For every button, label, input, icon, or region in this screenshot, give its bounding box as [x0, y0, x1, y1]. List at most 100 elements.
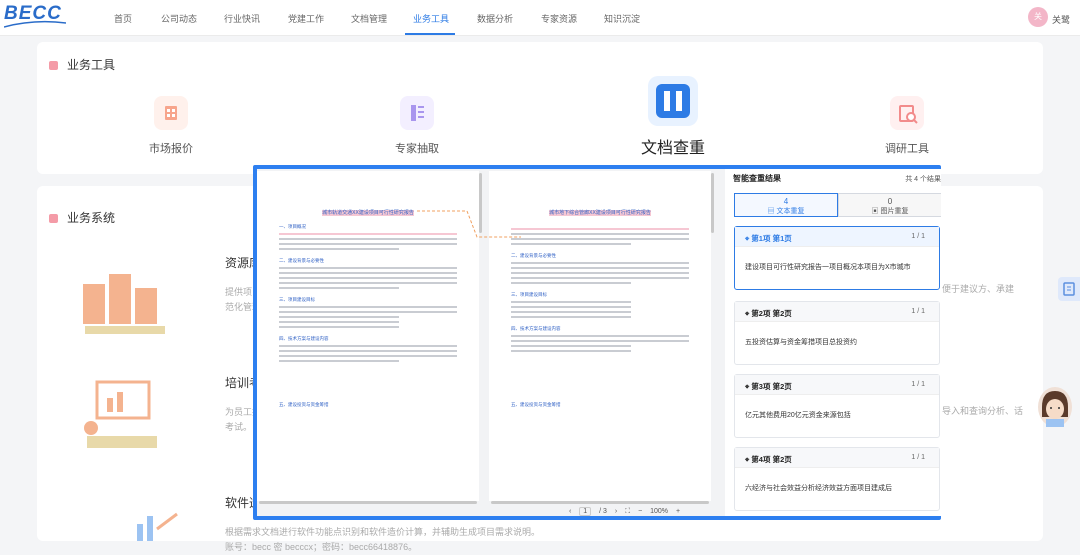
- systems-section-label: 业务系统: [67, 211, 116, 225]
- business-tools-card: 业务工具 市场报价 专家抽取 文档查重 调研工具: [37, 42, 1043, 174]
- nav-business-tools[interactable]: 业务工具: [413, 12, 449, 25]
- text-line: [279, 350, 457, 352]
- zoom-in-button[interactable]: +: [676, 508, 680, 515]
- check-results-panel: 智能查重结果 共 4 个结果 4 ▤ 文本重复 0 ▣ 图片重复 ⌖ 第1项 第…: [729, 169, 941, 516]
- right-doc-title: 城市地下综合管廊XX建设项目可行性研究报告: [489, 209, 711, 216]
- doc-section-heading: 五、建设投资与资金筹措: [279, 402, 329, 407]
- next-page-button[interactable]: ›: [615, 508, 617, 515]
- nav-home[interactable]: 首页: [114, 12, 132, 25]
- tool-label: 市场报价: [149, 143, 193, 155]
- doc-section-heading: 四、技术方案与建设内容: [279, 336, 329, 341]
- text-line: [511, 345, 631, 347]
- prev-page-button[interactable]: ‹: [569, 508, 571, 515]
- nav-industry-news[interactable]: 行业快讯: [224, 12, 260, 25]
- logo-swoosh-icon: [4, 20, 66, 28]
- text-line: [279, 272, 457, 274]
- text-line: [279, 287, 399, 289]
- results-count: 共 4 个结果: [905, 176, 941, 183]
- search-report-icon: [890, 96, 924, 130]
- right-document-page: 城市地下综合管廊XX建设项目可行性研究报告 二、建设背景与必要性 三、项目建设目…: [489, 171, 711, 501]
- tool-expert-extract[interactable]: 专家抽取: [357, 96, 477, 156]
- nav-expert-resources[interactable]: 专家资源: [541, 12, 577, 25]
- nav-knowledge[interactable]: 知识沉淀: [604, 12, 640, 25]
- doc-section-heading: 四、技术方案与建设内容: [511, 326, 561, 331]
- tool-label: 文档查重: [640, 140, 705, 157]
- doc-section-heading: 三、项目建设目标: [279, 297, 315, 302]
- systems-section-title: 业务系统: [49, 209, 115, 226]
- assistant-avatar[interactable]: [1038, 387, 1072, 427]
- result-item[interactable]: ⌖ 第1项 第1页 1 / 1 建设项目可行性研究报告一项目概况本项目为X市城市: [734, 226, 940, 290]
- result-item[interactable]: ⌖ 第3项 第2页 1 / 1 亿元其他费用20亿元资金来源包括: [734, 374, 940, 438]
- text-line: [279, 360, 399, 362]
- tool-label: 专家抽取: [395, 143, 439, 155]
- text-line: [279, 267, 457, 269]
- duplicate-check-viewer: 城市轨道交通XX建设项目可行性研究报告 一、项目概况 二、建设背景与必要性 三、…: [253, 165, 941, 520]
- top-navigation-bar: BECC 首页 公司动态 行业快讯 党建工作 文档管理 业务工具 数据分析 专家…: [0, 0, 1080, 36]
- left-vertical-scrollbar[interactable]: [479, 173, 482, 233]
- tool-doc-duplicate-check[interactable]: 文档查重: [613, 76, 733, 158]
- nav-company-news[interactable]: 公司动态: [161, 12, 197, 25]
- highlighted-title: 城市轨道交通XX建设项目可行性研究报告: [322, 210, 414, 216]
- doc-section-heading: 五、建设投资与资金筹措: [511, 402, 561, 407]
- nav-party-work[interactable]: 党建工作: [288, 12, 324, 25]
- nav-data-analysis[interactable]: 数据分析: [477, 12, 513, 25]
- text-line: [511, 272, 689, 274]
- text-line: [511, 282, 631, 284]
- match-connector-line: [417, 210, 521, 238]
- assistant-face-icon: [1042, 391, 1068, 427]
- tab-label: 图片重复: [880, 208, 909, 215]
- user-name[interactable]: 关鹭: [1052, 13, 1070, 26]
- result-fraction: 1 / 1: [911, 454, 925, 461]
- text-line: [511, 350, 631, 352]
- right-horizontal-scrollbar[interactable]: [491, 501, 709, 504]
- tab-text-duplicate[interactable]: 4 ▤ 文本重复: [734, 193, 838, 217]
- result-tabs: 4 ▤ 文本重复 0 ▣ 图片重复: [734, 193, 941, 217]
- page-number-input[interactable]: 1: [579, 507, 592, 516]
- fullscreen-icon[interactable]: ⛶: [625, 508, 630, 516]
- text-line: [511, 277, 689, 279]
- result-fraction: 1 / 1: [911, 233, 925, 240]
- highlighted-title: 城市地下综合管廊XX建设项目可行性研究报告: [549, 210, 651, 216]
- doc-section-heading: 三、项目建设目标: [511, 292, 547, 297]
- building-icon: [154, 96, 188, 130]
- text-line: [279, 355, 457, 357]
- text-line: [511, 262, 689, 264]
- tab-image-duplicate[interactable]: 0 ▣ 图片重复: [838, 193, 941, 217]
- result-text: 亿元其他费用20亿元资金来源包括: [745, 412, 851, 419]
- tab-label: 文本重复: [776, 208, 805, 215]
- side-float-button[interactable]: [1058, 277, 1080, 301]
- becc-logo[interactable]: BECC: [4, 3, 66, 29]
- text-line: [279, 282, 457, 284]
- text-line: [279, 277, 457, 279]
- tool-market-quote[interactable]: 市场报价: [111, 96, 231, 156]
- left-horizontal-scrollbar[interactable]: [259, 501, 477, 504]
- system-desc: 根据需求文档进行软件功能点识别和软件造价计算，并辅助生成项目需求说明。: [225, 527, 541, 537]
- training-exam-illustration: [77, 374, 175, 454]
- document-compare-area: 城市轨道交通XX建设项目可行性研究报告 一、项目概况 二、建设背景与必要性 三、…: [257, 169, 725, 516]
- text-line: [279, 248, 399, 250]
- result-loc-text: 第1项 第1页: [751, 234, 792, 243]
- text-line: [279, 345, 457, 347]
- text-line: [511, 267, 689, 269]
- page-total: / 3: [599, 508, 607, 515]
- user-menu[interactable]: 关 关鹭: [1027, 7, 1070, 29]
- result-item[interactable]: ⌖ 第4项 第2页 1 / 1 六经济与社会效益分析经济效益方面项目建成后: [734, 447, 940, 511]
- page-controls: ‹ 1 / 3 › ⛶ − 100% +: [569, 507, 686, 516]
- right-vertical-scrollbar[interactable]: [711, 173, 714, 233]
- software-cost-illustration: [97, 504, 195, 541]
- avatar[interactable]: 关: [1027, 7, 1048, 27]
- result-loc-text: 第4项 第2页: [751, 455, 792, 464]
- text-line: [279, 243, 457, 245]
- tool-research[interactable]: 调研工具: [847, 96, 967, 156]
- system-desc-right: 便于建议方、承建: [942, 284, 1015, 294]
- zoom-out-button[interactable]: −: [638, 508, 642, 515]
- section-square-icon: [49, 61, 58, 70]
- result-location: ⌖ 第2项 第2页: [745, 308, 792, 319]
- nav-doc-management[interactable]: 文档管理: [351, 12, 387, 25]
- text-line: [511, 340, 689, 342]
- doc-icon: [1063, 282, 1075, 296]
- result-location: ⌖ 第1项 第1页: [745, 233, 792, 244]
- text-line: [511, 316, 631, 318]
- result-item[interactable]: ⌖ 第2项 第2页 1 / 1 五投资估算与资金筹措项目总投资约: [734, 301, 940, 365]
- result-text: 建设项目可行性研究报告一项目概况本项目为X市城市: [745, 264, 911, 271]
